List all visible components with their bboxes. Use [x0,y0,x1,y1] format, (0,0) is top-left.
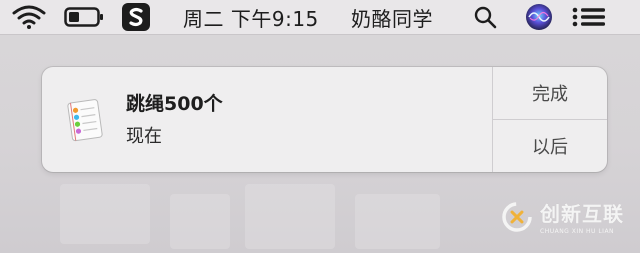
watermark: 创新互联 CHUANG XIN HU LIAN [500,198,624,235]
watermark-brand: 创新互联 [540,202,624,226]
sogou-input-icon[interactable] [122,0,150,34]
menu-bar: 周二 下午9:15 奶酪同学 [0,0,640,35]
later-button[interactable]: 以后 [493,120,607,172]
siri-icon[interactable] [525,0,553,34]
watermark-logo-icon [502,201,532,232]
search-icon[interactable] [473,0,497,34]
clock[interactable]: 周二 下午9:15 [183,0,319,34]
reminder-notification[interactable]: 跳绳500个 现在 完成 以后 [42,67,607,172]
notification-title: 跳绳500个 [126,93,223,115]
battery-icon[interactable] [64,0,104,34]
complete-button[interactable]: 完成 [493,67,607,119]
wifi-icon[interactable] [12,0,46,34]
reminders-app-icon [64,97,108,143]
watermark-sub: CHUANG XIN HU LIAN [540,228,615,235]
user-name[interactable]: 奶酪同学 [351,0,433,34]
notification-time: 现在 [126,126,162,147]
notification-center-icon[interactable] [572,0,606,34]
